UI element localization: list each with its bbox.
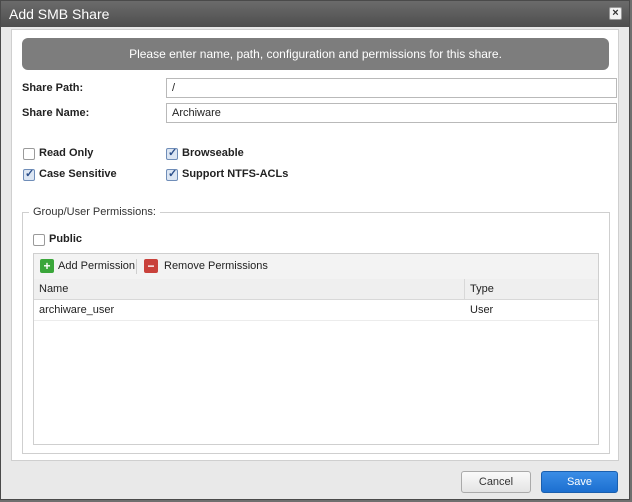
- public-checkbox[interactable]: [33, 234, 45, 246]
- close-icon[interactable]: ×: [609, 7, 622, 20]
- share-path-label: Share Path:: [22, 82, 84, 94]
- add-permission-button[interactable]: Add Permission: [58, 259, 135, 274]
- share-path-input[interactable]: [166, 78, 617, 98]
- read-only-checkbox[interactable]: [23, 148, 35, 160]
- table-row[interactable]: archiware_user User: [34, 300, 598, 321]
- instructions-banner: Please enter name, path, configuration a…: [22, 38, 609, 70]
- share-name-input[interactable]: [166, 103, 617, 123]
- minus-icon[interactable]: −: [144, 259, 158, 273]
- column-divider: [464, 279, 465, 299]
- permissions-fieldset: Group/User Permissions: Public + Add Per…: [22, 206, 610, 454]
- title-bar: Add SMB Share ×: [1, 1, 629, 27]
- case-sensitive-checkbox[interactable]: [23, 167, 35, 181]
- case-sensitive-label: Case Sensitive: [39, 168, 117, 180]
- permissions-grid: + Add Permission − Remove Permissions Na…: [33, 253, 599, 445]
- dialog-title: Add SMB Share: [9, 6, 110, 22]
- share-name-label: Share Name:: [22, 107, 90, 119]
- support-ntfs-acls-label: Support NTFS-ACLs: [182, 168, 289, 180]
- browseable-label: Browseable: [182, 147, 244, 159]
- read-only-label: Read Only: [39, 147, 94, 159]
- support-ntfs-acls-checkbox[interactable]: [166, 167, 178, 181]
- dialog-footer: Cancel Save: [1, 463, 629, 499]
- cancel-button[interactable]: Cancel: [461, 471, 531, 493]
- public-label: Public: [49, 233, 83, 245]
- add-smb-share-dialog: Add SMB Share × Please enter name, path,…: [0, 0, 630, 500]
- toolbar-divider: [136, 259, 137, 274]
- grid-header: Name Type: [34, 279, 598, 300]
- remove-permissions-button[interactable]: Remove Permissions: [164, 259, 268, 274]
- save-button[interactable]: Save: [541, 471, 618, 493]
- plus-icon[interactable]: +: [40, 259, 54, 273]
- dialog-body: Please enter name, path, configuration a…: [11, 29, 619, 461]
- row-type-cell: User: [470, 304, 494, 316]
- column-header-type[interactable]: Type: [470, 283, 494, 295]
- permissions-legend: Group/User Permissions:: [29, 206, 160, 218]
- row-name-cell: archiware_user: [39, 304, 115, 316]
- browseable-checkbox[interactable]: [166, 146, 178, 160]
- column-header-name[interactable]: Name: [39, 283, 68, 295]
- permissions-toolbar: + Add Permission − Remove Permissions: [34, 254, 598, 280]
